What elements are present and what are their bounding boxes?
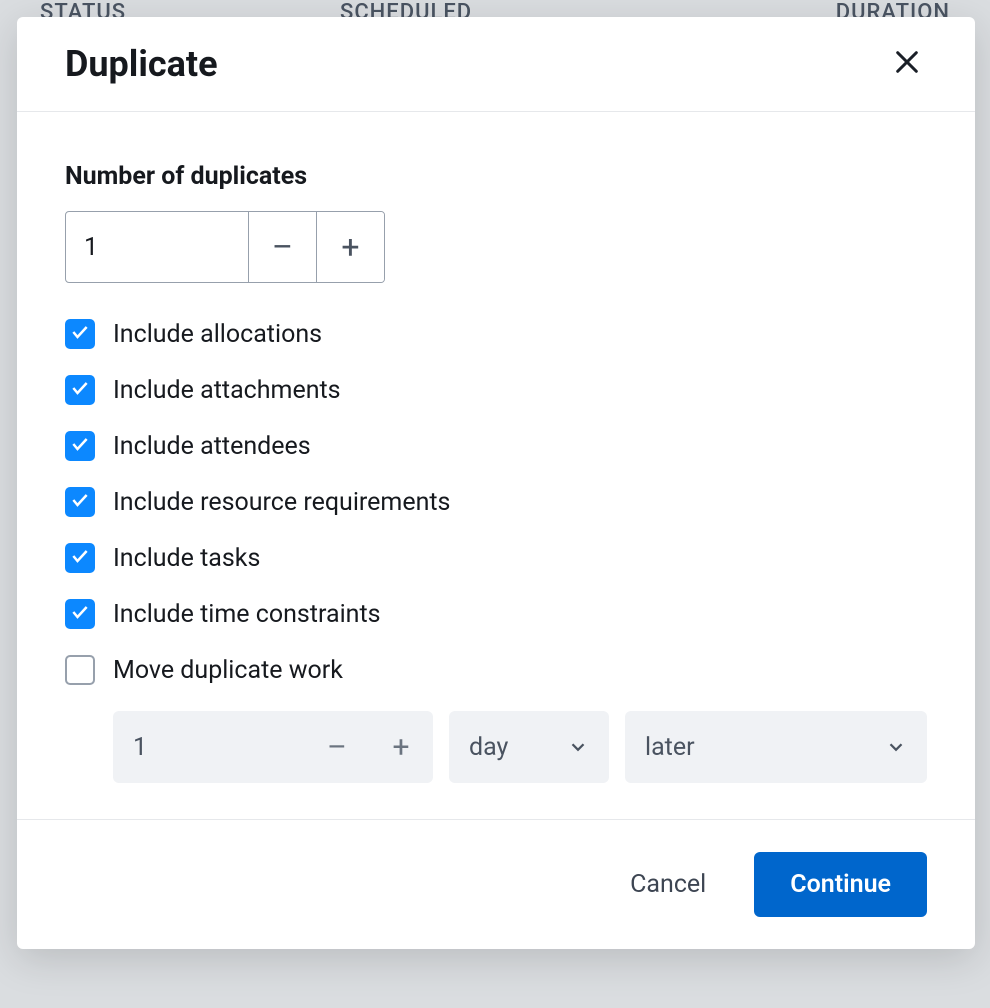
option-label: Include allocations [113,320,322,349]
cancel-button[interactable]: Cancel [610,856,726,913]
checkbox-move-duplicate-work[interactable] [65,655,95,685]
modal-header: Duplicate [17,17,975,112]
option-label: Include attachments [113,376,341,405]
option-label: Include attendees [113,432,311,461]
modal-body: Number of duplicates – + Include allocat… [17,112,975,819]
increment-button[interactable]: + [316,212,384,282]
option-include-time-constraints: Include time constraints [65,599,927,629]
check-icon [70,378,90,402]
modal-title: Duplicate [65,43,218,85]
move-controls: 1 – + day later [65,711,927,783]
options-list: Include allocations Include attachments … [65,319,927,685]
minus-icon: – [272,228,293,266]
option-include-attachments: Include attachments [65,375,927,405]
modal-footer: Cancel Continue [17,819,975,949]
close-button[interactable] [887,44,927,84]
num-duplicates-stepper: – + [65,211,385,283]
option-include-resource-requirements: Include resource requirements [65,487,927,517]
option-include-tasks: Include tasks [65,543,927,573]
checkbox-include-time-constraints[interactable] [65,599,95,629]
check-icon [70,602,90,626]
num-duplicates-input[interactable] [66,212,248,282]
continue-button[interactable]: Continue [754,852,927,917]
option-label: Move duplicate work [113,656,343,685]
num-duplicates-label: Number of duplicates [65,162,927,191]
move-decrement-button[interactable]: – [305,711,369,783]
checkbox-include-resource-requirements[interactable] [65,487,95,517]
option-move-duplicate-work: Move duplicate work [65,655,927,685]
move-unit-select[interactable]: day [449,711,609,783]
move-direction-select[interactable]: later [625,711,927,783]
option-include-attendees: Include attendees [65,431,927,461]
checkbox-include-attachments[interactable] [65,375,95,405]
checkbox-include-tasks[interactable] [65,543,95,573]
option-include-allocations: Include allocations [65,319,927,349]
move-amount-stepper[interactable]: 1 – + [113,711,433,783]
minus-icon: – [327,730,347,765]
check-icon [70,546,90,570]
plus-icon: + [392,730,409,765]
check-icon [70,490,90,514]
move-direction-value: later [645,733,871,762]
checkbox-include-attendees[interactable] [65,431,95,461]
check-icon [70,434,90,458]
chevron-down-icon [567,736,589,758]
plus-icon: + [341,228,359,266]
move-unit-value: day [469,733,553,762]
checkbox-include-allocations[interactable] [65,319,95,349]
option-label: Include tasks [113,544,260,573]
check-icon [70,322,90,346]
move-amount-value: 1 [113,711,305,783]
option-label: Include time constraints [113,600,381,629]
close-icon [893,48,921,80]
decrement-button[interactable]: – [248,212,316,282]
chevron-down-icon [885,736,907,758]
move-increment-button[interactable]: + [369,711,433,783]
option-label: Include resource requirements [113,488,450,517]
duplicate-modal: Duplicate Number of duplicates – + Inclu… [17,17,975,949]
